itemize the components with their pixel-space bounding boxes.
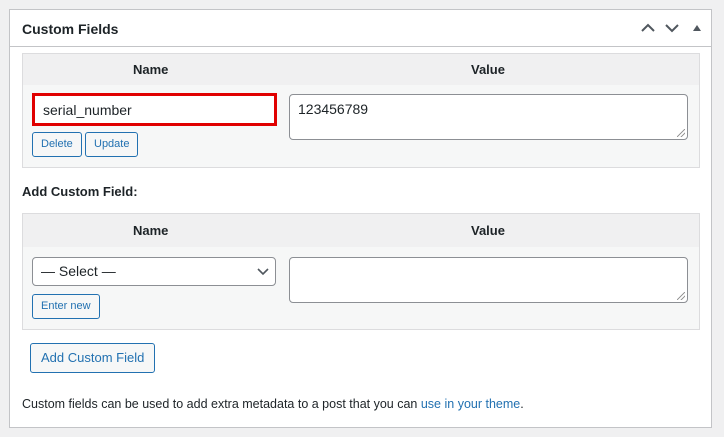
- add-custom-field-button[interactable]: Add Custom Field: [30, 343, 156, 373]
- panel-title: Custom Fields: [22, 21, 119, 37]
- meta-name-input[interactable]: serial_number: [32, 93, 277, 126]
- add-custom-field-heading: Add Custom Field:: [22, 184, 138, 199]
- name-column-header: Name: [133, 223, 169, 238]
- custom-fields-panel: Custom Fields Name Value serial_number 1…: [9, 9, 712, 428]
- chevron-down-icon: [665, 24, 679, 33]
- table-header: Name Value: [23, 54, 699, 85]
- triangle-up-icon: [693, 25, 701, 31]
- update-button[interactable]: Update: [85, 132, 139, 157]
- meta-value-textarea[interactable]: 123456789: [289, 94, 688, 140]
- footer-text: Custom fields can be used to add extra m…: [22, 397, 421, 411]
- panel-header: Custom Fields: [10, 10, 711, 47]
- toggle-panel-button[interactable]: [687, 18, 707, 38]
- resize-handle-icon[interactable]: [677, 292, 685, 300]
- meta-key-select[interactable]: — Select —: [32, 257, 276, 286]
- delete-button[interactable]: Delete: [32, 132, 82, 157]
- name-column-header: Name: [133, 62, 169, 77]
- chevron-down-icon: [257, 268, 269, 276]
- footer-note: Custom fields can be used to add extra m…: [22, 397, 524, 411]
- resize-handle-icon[interactable]: [677, 129, 685, 137]
- move-down-button[interactable]: [662, 18, 682, 38]
- add-field-table: Name Value — Select — Enter new: [22, 213, 700, 330]
- meta-value-text: 123456789: [298, 101, 369, 117]
- table-header: Name Value: [23, 214, 699, 247]
- chevron-up-icon: [641, 23, 655, 32]
- use-in-theme-link[interactable]: use in your theme: [421, 397, 520, 411]
- new-meta-value-textarea[interactable]: [289, 257, 688, 303]
- existing-fields-table: Name Value serial_number 123456789 Delet…: [22, 53, 700, 168]
- value-column-header: Value: [471, 62, 505, 77]
- enter-new-button[interactable]: Enter new: [32, 294, 100, 319]
- value-column-header: Value: [471, 223, 505, 238]
- move-up-button[interactable]: [638, 18, 658, 38]
- select-value: — Select —: [41, 263, 116, 279]
- footer-end: .: [520, 397, 524, 411]
